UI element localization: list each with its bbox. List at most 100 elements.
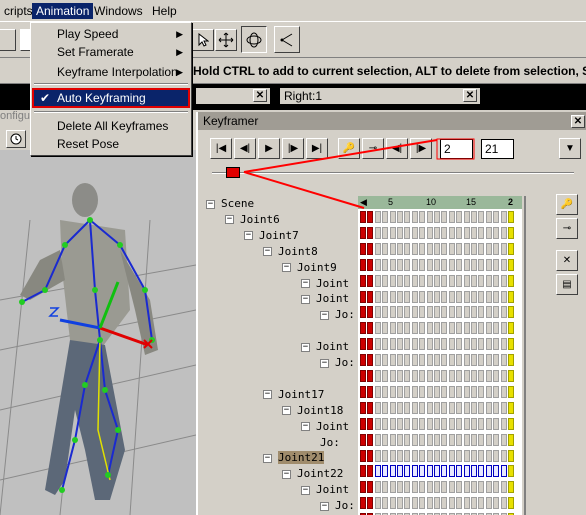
keyframe-cell[interactable] xyxy=(485,306,492,319)
keyframe-cell[interactable] xyxy=(471,385,477,398)
keyframe-cell[interactable] xyxy=(478,497,485,510)
keyframe-cell[interactable] xyxy=(500,274,507,287)
keyframe-cell[interactable] xyxy=(411,449,418,462)
keyframe-cell[interactable] xyxy=(485,322,492,335)
keyframe-cell[interactable] xyxy=(360,211,366,223)
keyframe-cell[interactable] xyxy=(360,433,366,446)
keyframe-cell[interactable] xyxy=(389,274,396,287)
keyframe-cell[interactable] xyxy=(500,465,507,478)
keyframe-cell[interactable] xyxy=(500,211,507,223)
keyframe-cell[interactable] xyxy=(434,322,440,335)
keyframe-cell[interactable] xyxy=(508,242,514,255)
keyframe-cell[interactable] xyxy=(448,211,455,223)
keyframe-cell[interactable] xyxy=(419,274,426,287)
next-key-icon[interactable]: |▶ xyxy=(410,138,432,159)
keyframe-cell[interactable] xyxy=(419,322,426,335)
keyframe-cell[interactable] xyxy=(360,401,366,414)
keyframe-cell[interactable] xyxy=(397,465,403,478)
keyframe-cell[interactable] xyxy=(500,417,507,430)
keyframe-cell[interactable] xyxy=(493,306,500,319)
keyframe-cell[interactable] xyxy=(426,481,433,494)
keyframe-cell[interactable] xyxy=(389,370,396,382)
keyframe-cell[interactable] xyxy=(404,417,411,430)
keyframe-cell[interactable] xyxy=(360,226,366,239)
menu-help[interactable]: Help xyxy=(148,3,181,19)
keyframe-cell[interactable] xyxy=(426,433,433,446)
close-icon[interactable]: ✕ xyxy=(253,89,267,102)
keyframe-cell[interactable] xyxy=(471,226,477,239)
keyframe-cell[interactable] xyxy=(485,226,492,239)
keyframe-cell[interactable] xyxy=(382,211,389,223)
keyframe-cell[interactable] xyxy=(508,322,514,335)
collapse-icon[interactable]: − xyxy=(282,263,291,273)
timeline-track[interactable] xyxy=(212,172,574,174)
keyframe-cell[interactable] xyxy=(367,497,374,510)
keyframe-cell[interactable] xyxy=(441,465,448,478)
play-icon[interactable]: ▶ xyxy=(258,138,280,159)
keyframe-cell[interactable] xyxy=(382,481,389,494)
keyframe-cell[interactable] xyxy=(493,370,500,382)
keyframe-cell[interactable] xyxy=(367,449,374,462)
keyframe-cell[interactable] xyxy=(404,322,411,335)
keyframe-cell[interactable] xyxy=(374,401,381,414)
keyframe-cell[interactable] xyxy=(426,242,433,255)
keyframe-cell[interactable] xyxy=(434,481,440,494)
keyframe-cell[interactable] xyxy=(389,306,396,319)
keyframe-cell[interactable] xyxy=(456,211,463,223)
keyframe-cell[interactable] xyxy=(367,370,374,382)
menu-windows[interactable]: Windows xyxy=(90,3,147,19)
keyframe-cell[interactable] xyxy=(434,306,440,319)
keyframe-cell[interactable] xyxy=(367,354,374,367)
toolbar-button-left[interactable] xyxy=(0,29,16,51)
keyframe-cell[interactable] xyxy=(411,211,418,223)
keyframe-cell[interactable] xyxy=(411,370,418,382)
keyframe-cell[interactable] xyxy=(493,226,500,239)
keyframe-cell[interactable] xyxy=(367,385,374,398)
keyframe-cell[interactable] xyxy=(441,433,448,446)
keyframe-cell[interactable] xyxy=(485,497,492,510)
keyframe-cell[interactable] xyxy=(456,465,463,478)
keyframe-cell[interactable] xyxy=(389,322,396,335)
keyframe-cell[interactable] xyxy=(485,449,492,462)
keyframe-cell[interactable] xyxy=(471,465,477,478)
keyframe-cell[interactable] xyxy=(463,417,470,430)
keyframe-cell[interactable] xyxy=(397,306,403,319)
collapse-icon[interactable]: − xyxy=(225,215,234,225)
keyframe-cell[interactable] xyxy=(485,354,492,367)
keyframe-cell[interactable] xyxy=(389,338,396,351)
keyframe-cell[interactable] xyxy=(493,338,500,351)
first-frame-icon[interactable]: |◀ xyxy=(210,138,232,159)
keyframe-cell[interactable] xyxy=(448,433,455,446)
keyframe-cell[interactable] xyxy=(367,433,374,446)
keyframe-cell[interactable] xyxy=(434,274,440,287)
keyframe-cell[interactable] xyxy=(508,433,514,446)
keyframe-cell[interactable] xyxy=(448,370,455,382)
menu-item-play-speed[interactable]: Play Speed ▶ xyxy=(33,25,189,43)
keyframe-cell[interactable] xyxy=(500,354,507,367)
menu-item-auto-keyframing[interactable]: ✔ Auto Keyframing xyxy=(32,88,190,108)
keyframe-cell[interactable] xyxy=(471,401,477,414)
keyframe-cell[interactable] xyxy=(478,449,485,462)
keyframe-cell[interactable] xyxy=(441,274,448,287)
keyframe-cell[interactable] xyxy=(367,290,374,303)
keyframe-cell[interactable] xyxy=(500,385,507,398)
keyframe-cell[interactable] xyxy=(441,417,448,430)
keyframe-cell[interactable] xyxy=(471,481,477,494)
keyframe-cell[interactable] xyxy=(471,497,477,510)
keyframe-cell[interactable] xyxy=(419,258,426,271)
keyframe-cell[interactable] xyxy=(389,242,396,255)
keyframe-cell[interactable] xyxy=(397,449,403,462)
keyframe-cell[interactable] xyxy=(360,385,366,398)
keyframe-cell[interactable] xyxy=(419,433,426,446)
keyframe-cell[interactable] xyxy=(508,385,514,398)
keyframe-cell[interactable] xyxy=(411,290,418,303)
keyframe-cell[interactable] xyxy=(478,258,485,271)
keyframe-cell[interactable] xyxy=(426,226,433,239)
keyframe-cell[interactable] xyxy=(404,449,411,462)
keyframe-cell[interactable] xyxy=(500,449,507,462)
keyframe-cell[interactable] xyxy=(500,290,507,303)
keyframe-cell[interactable] xyxy=(485,433,492,446)
last-frame-icon[interactable]: ▶| xyxy=(306,138,328,159)
keyframe-cell[interactable] xyxy=(419,417,426,430)
collapse-icon[interactable]: − xyxy=(282,469,291,479)
